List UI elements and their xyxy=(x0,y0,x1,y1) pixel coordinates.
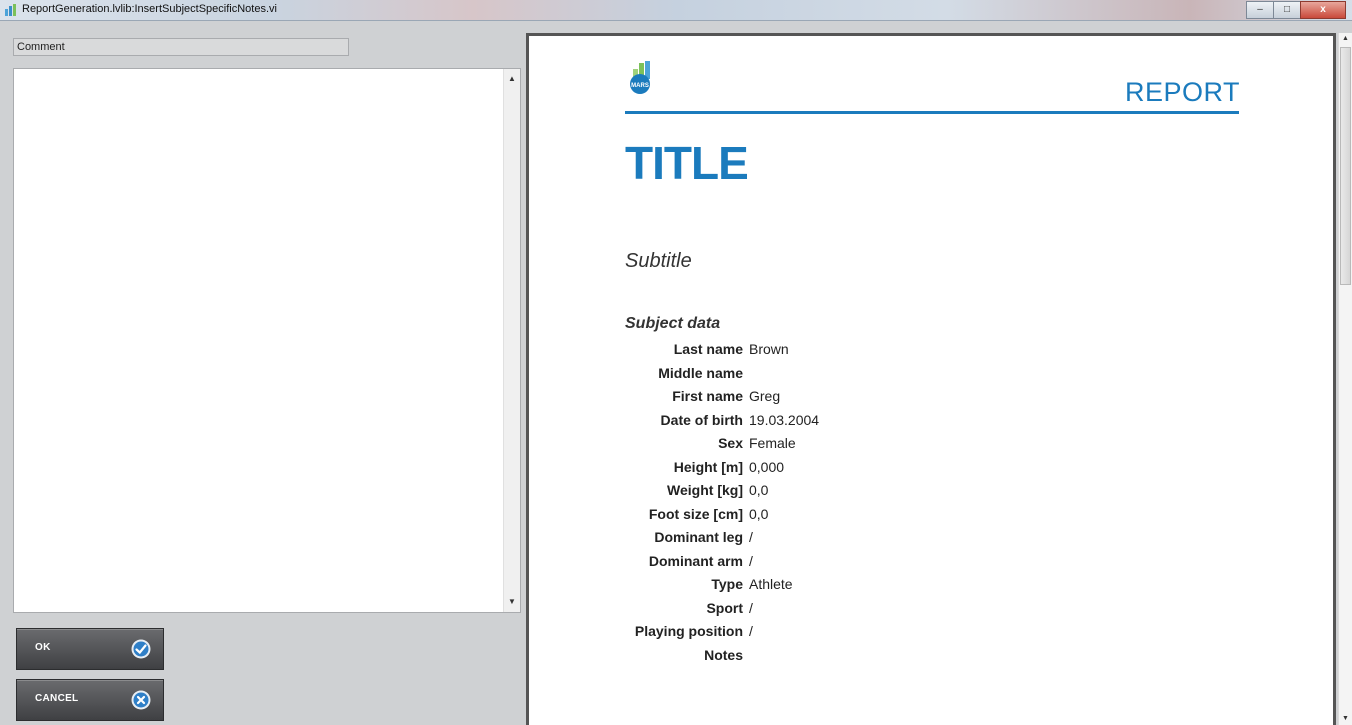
field-label: Notes xyxy=(704,646,743,663)
cancel-x-icon xyxy=(131,690,151,710)
field-value: Greg xyxy=(749,388,781,404)
comment-label: Comment xyxy=(13,38,349,56)
header-divider xyxy=(625,111,1239,114)
scrollbar-thumb[interactable] xyxy=(1340,47,1351,285)
app-icon xyxy=(5,4,16,16)
report-subtitle: Subtitle xyxy=(625,250,692,272)
field-row-notes: Notes xyxy=(589,647,989,671)
scroll-up-icon[interactable]: ▲ xyxy=(504,71,520,87)
field-value: / xyxy=(749,623,753,639)
maximize-button[interactable]: □ xyxy=(1273,1,1301,19)
field-row-last-name: Last name Brown xyxy=(589,341,989,365)
mars-logo: MARS xyxy=(630,61,650,94)
field-label: Dominant arm xyxy=(648,552,743,569)
comment-box: ▲ ▼ xyxy=(13,68,521,613)
field-row-dominant-leg: Dominant leg / xyxy=(589,529,989,553)
report-title: TITLE xyxy=(625,137,749,189)
field-label: Middle name xyxy=(658,364,743,381)
window-title: ReportGeneration.lvlib:InsertSubjectSpec… xyxy=(22,3,277,15)
title-bar: ReportGeneration.lvlib:InsertSubjectSpec… xyxy=(0,0,1352,21)
report-preview: MARS REPORT TITLE Subtitle Subject data … xyxy=(526,33,1336,725)
field-value: / xyxy=(749,529,753,545)
report-page: MARS REPORT TITLE Subtitle Subject data … xyxy=(529,36,1333,725)
scroll-down-icon[interactable]: ▼ xyxy=(504,594,520,610)
minimize-icon: – xyxy=(1257,4,1263,15)
field-value: Female xyxy=(749,435,796,451)
ok-button[interactable]: OK xyxy=(16,628,164,670)
close-icon: x xyxy=(1320,4,1326,15)
field-row-middle-name: Middle name xyxy=(589,365,989,389)
logo-text: MARS xyxy=(631,83,649,89)
subject-fields: Last name Brown Middle name First name Gre… xyxy=(589,341,989,670)
field-value: 0,000 xyxy=(749,458,785,475)
field-value: 19.03.2004 xyxy=(749,411,820,428)
field-row-foot-size: Foot size [cm] 0,0 xyxy=(589,506,989,530)
field-row-height: Height [m] 0,000 xyxy=(589,459,989,483)
field-row-type: Type Athlete xyxy=(589,576,989,600)
field-value xyxy=(749,647,989,671)
checkmark-icon xyxy=(131,639,151,659)
window-controls: – □ x xyxy=(1246,1,1346,19)
field-label: Playing position xyxy=(634,623,743,639)
field-row-sport: Sport / xyxy=(589,600,989,624)
field-label: Type xyxy=(711,576,743,592)
comment-scrollbar[interactable]: ▲ ▼ xyxy=(503,69,520,612)
field-row-sex: Sex Female xyxy=(589,435,989,459)
comment-input[interactable] xyxy=(14,69,504,612)
scroll-up-icon[interactable]: ▲ xyxy=(1339,33,1352,45)
field-row-dominant-arm: Dominant arm / xyxy=(589,553,989,577)
field-label: Sex xyxy=(718,435,743,451)
section-heading: Subject data xyxy=(625,315,721,332)
field-row-weight: Weight [kg] 0,0 xyxy=(589,482,989,506)
close-button[interactable]: x xyxy=(1300,1,1346,19)
field-label: Dominant leg xyxy=(654,529,743,545)
report-scrollbar[interactable]: ▲ ▼ xyxy=(1338,33,1352,725)
field-row-date-of-birth: Date of birth 19.03.2004 xyxy=(589,412,989,436)
field-label: Sport xyxy=(706,599,743,616)
field-label: First name xyxy=(672,388,743,404)
maximize-icon: □ xyxy=(1283,4,1291,15)
field-label: Height [m] xyxy=(673,458,743,475)
field-value: Brown xyxy=(749,341,789,357)
field-row-first-name: First name Greg xyxy=(589,388,989,412)
field-row-playing-position: Playing position / xyxy=(589,623,989,647)
field-label: Foot size [cm] xyxy=(648,505,743,522)
field-label: Weight [kg] xyxy=(667,482,743,498)
field-value: / xyxy=(749,599,753,616)
field-label: Date of birth xyxy=(660,411,743,428)
field-value: Athlete xyxy=(749,576,793,592)
field-label: Last name xyxy=(673,341,743,357)
ok-button-label: OK xyxy=(35,642,51,653)
report-heading: REPORT xyxy=(1124,77,1240,107)
scroll-down-icon[interactable]: ▼ xyxy=(1339,713,1352,725)
field-value xyxy=(749,365,989,389)
field-value: / xyxy=(749,552,753,569)
cancel-button[interactable]: CANCEL xyxy=(16,679,164,721)
field-value: 0,0 xyxy=(749,482,769,498)
minimize-button[interactable]: – xyxy=(1246,1,1274,19)
cancel-button-label: CANCEL xyxy=(35,693,79,704)
field-value: 0,0 xyxy=(749,505,769,522)
